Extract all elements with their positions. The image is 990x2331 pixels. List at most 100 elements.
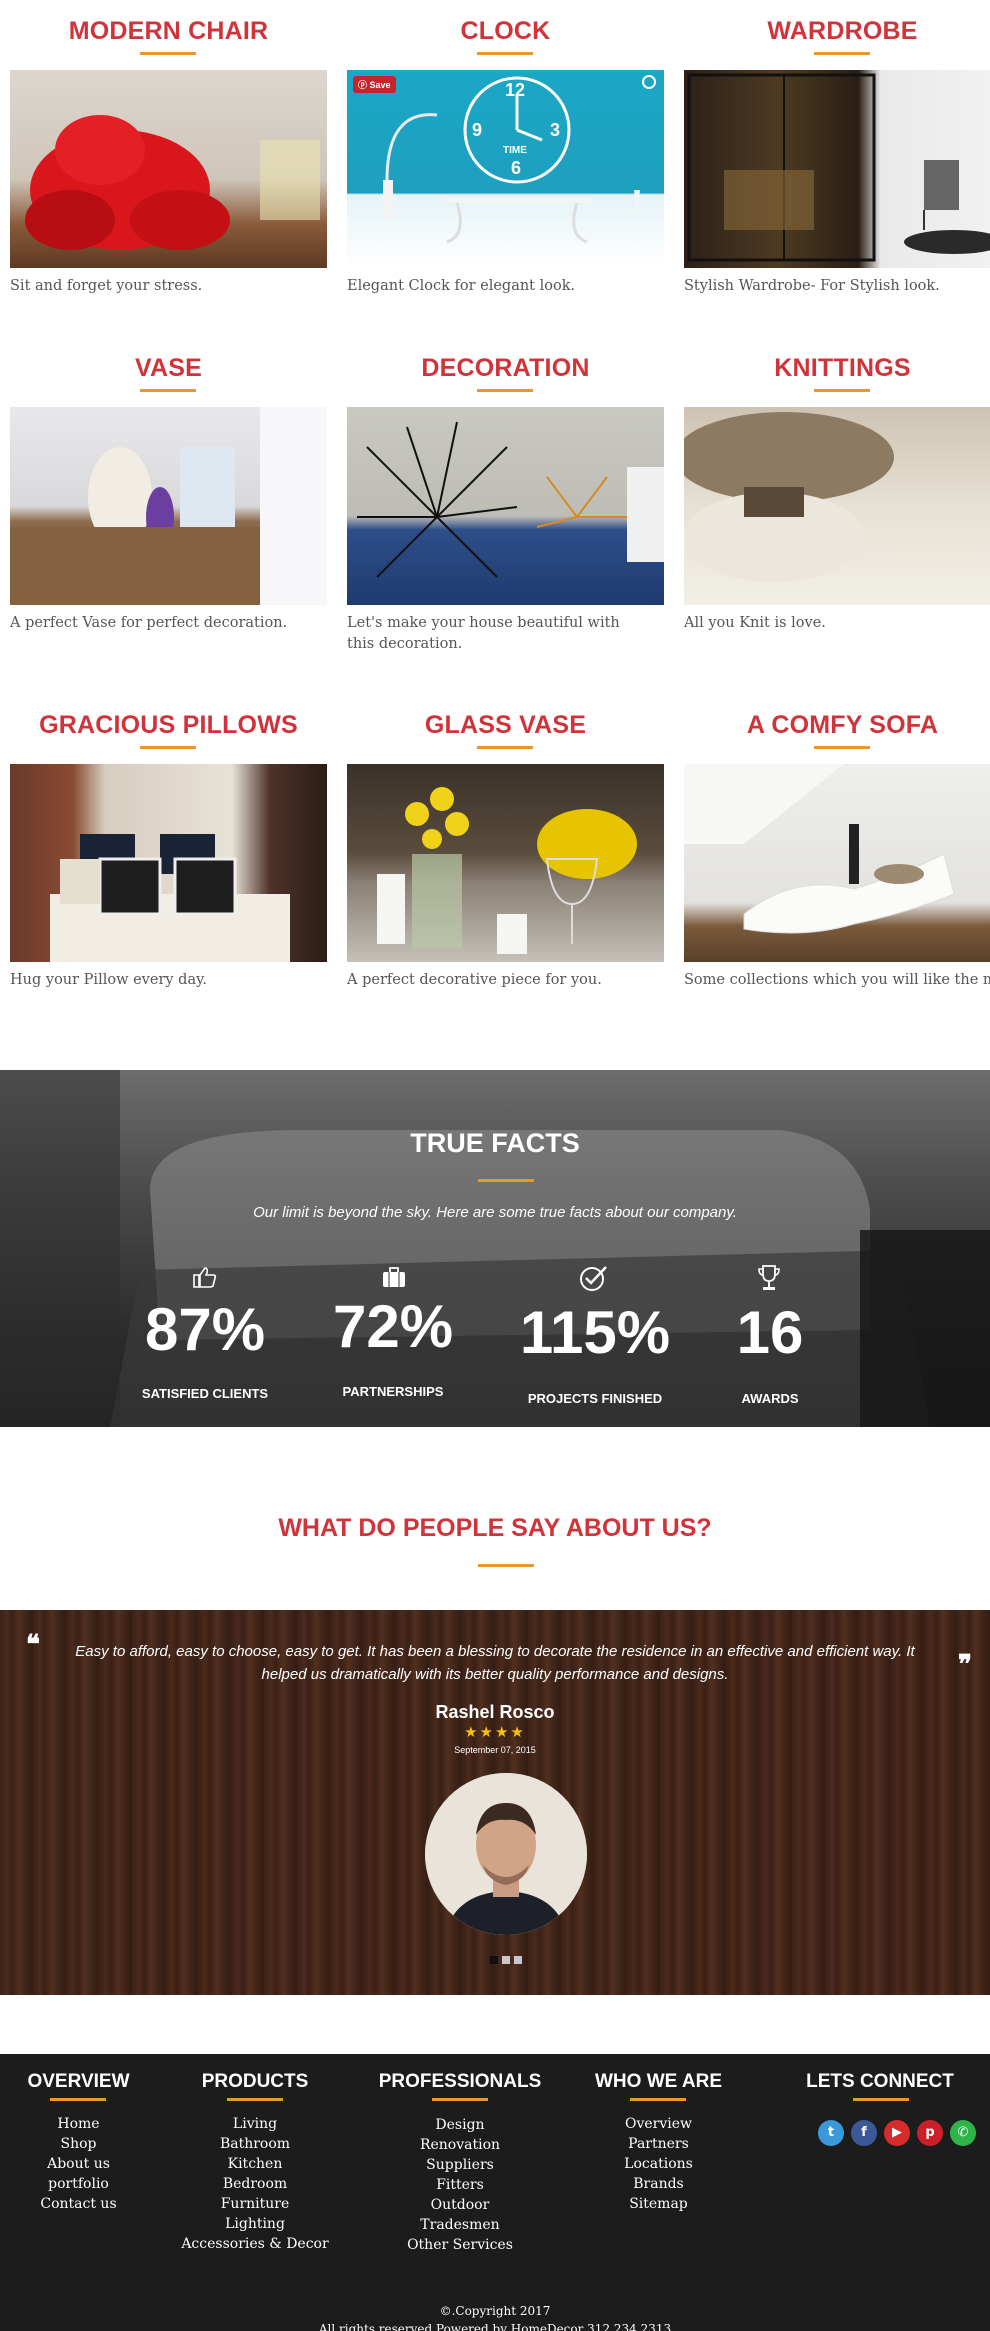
title-underline (140, 389, 196, 392)
carousel-dot-3[interactable] (514, 1956, 522, 1964)
title-underline (477, 746, 533, 749)
product-title-wardrobe: WARDROBE (767, 17, 918, 45)
footer-link[interactable]: Tradesmen (370, 2215, 550, 2235)
product-desc-wardrobe: Stylish Wardrobe- For Stylish look. (684, 278, 940, 294)
footer-link[interactable]: Bedroom (175, 2174, 335, 2194)
product-image-gracious-pillows[interactable] (10, 764, 327, 962)
fact-value-projects-finished: 115% (519, 1299, 671, 1366)
true-facts-section: TRUE FACTS Our limit is beyond the sky. … (0, 1070, 990, 1427)
product-image-wardrobe[interactable] (684, 70, 990, 268)
testimonial-quote: Easy to afford, easy to choose, easy to … (75, 1643, 915, 1683)
fact-label-projects-finished: PROJECTS FINISHED (527, 1391, 663, 1406)
footer-link[interactable]: Accessories & Decor (175, 2234, 335, 2254)
footer-title-products: PRODUCTS (201, 2071, 309, 2092)
product-title-gracious-pillows: GRACIOUS PILLOWS (39, 711, 298, 739)
title-underline (227, 2098, 283, 2101)
twitter-icon[interactable]: t (818, 2120, 844, 2146)
footer-link[interactable]: Renovation (370, 2135, 550, 2155)
facts-title: TRUE FACTS (410, 1128, 580, 1158)
footer-link[interactable]: Lighting (175, 2214, 335, 2234)
title-underline (814, 52, 870, 55)
footer-link[interactable]: Furniture (175, 2194, 335, 2214)
title-underline (853, 2098, 909, 2101)
testimonial-carousel: ❝ ❞ Easy to afford, easy to choose, easy… (0, 1610, 990, 1995)
product-desc-vase: A perfect Vase for perfect decoration. (10, 615, 288, 631)
fact-value-partnerships: 72% (332, 1293, 454, 1360)
title-underline (477, 389, 533, 392)
product-title-decoration: DECORATION (421, 354, 590, 382)
clock-numeral-3: 3 (550, 120, 561, 140)
title-underline (432, 2098, 488, 2101)
product-desc-modern-chair: Sit and forget your stress. (10, 278, 203, 294)
footer-link[interactable]: Bathroom (175, 2134, 335, 2154)
product-title-clock: CLOCK (460, 17, 551, 45)
footer-link[interactable]: Living (175, 2114, 335, 2134)
title-underline (140, 746, 196, 749)
rating-stars: ★★★★ (464, 1723, 526, 1741)
footer-link[interactable]: Design (370, 2115, 550, 2135)
title-underline (50, 2098, 106, 2101)
check-badge-icon (580, 1266, 607, 1291)
footer-link[interactable]: Overview (575, 2114, 742, 2134)
product-image-knittings[interactable] (684, 407, 990, 605)
footer-link[interactable]: Contact us (0, 2194, 157, 2214)
footer-link[interactable]: Home (0, 2114, 157, 2134)
product-desc-a-comfy-sofa: Some collections which you will like the… (684, 972, 990, 988)
footer-link[interactable]: Brands (575, 2174, 742, 2194)
product-image-glass-vase[interactable] (347, 764, 664, 962)
footer-link[interactable]: Outdoor (370, 2195, 550, 2215)
fact-label-awards: AWARDS (741, 1391, 799, 1406)
briefcase-icon (383, 1267, 405, 1287)
facts-subtitle: Our limit is beyond the sky. Here are so… (253, 1204, 737, 1221)
clock-word: TIME (503, 145, 527, 156)
youtube-icon[interactable]: ▶ (884, 2120, 910, 2146)
product-desc-knittings: All you Knit is love. (684, 615, 826, 631)
product-image-clock[interactable]: ⓟ Save 12 3 6 9 TIME (347, 70, 664, 268)
product-title-glass-vase: GLASS VASE (424, 711, 587, 739)
product-image-modern-chair[interactable] (10, 70, 327, 268)
product-title-a-comfy-sofa: A COMFY SOFA (746, 711, 939, 739)
testimonial-author: Rashel Rosco (435, 1702, 555, 1722)
carousel-dot-2[interactable] (502, 1956, 510, 1964)
product-image-a-comfy-sofa[interactable] (684, 764, 990, 962)
product-image-decoration[interactable] (347, 407, 664, 605)
title-underline (630, 2098, 686, 2101)
footer-title-lets-connect: LETS CONNECT (806, 2071, 954, 2092)
footer-link[interactable]: Kitchen (175, 2154, 335, 2174)
footer-link[interactable]: portfolio (0, 2174, 157, 2194)
footer-link[interactable]: Suppliers (370, 2155, 550, 2175)
footer-link[interactable]: About us (0, 2154, 157, 2174)
testimonial-date: September 07, 2015 (454, 1745, 536, 1755)
footer-title-professionals: PROFESSIONALS (378, 2071, 542, 2092)
footer-links-products: Living Bathroom Kitchen Bedroom Furnitur… (175, 2114, 335, 2254)
footer-link[interactable]: Locations (575, 2154, 742, 2174)
footer: OVERVIEW Home Shop About us portfolio Co… (0, 2054, 990, 2331)
footer-link[interactable]: Shop (0, 2134, 157, 2154)
product-image-vase[interactable] (10, 407, 327, 605)
whatsapp-icon[interactable]: ✆ (950, 2120, 976, 2146)
pinterest-icon[interactable]: p (917, 2120, 943, 2146)
thumbs-up-icon (193, 1267, 217, 1288)
title-underline (477, 52, 533, 55)
product-title-modern-chair: MODERN CHAIR (68, 17, 269, 45)
carousel-dot-1[interactable] (490, 1956, 498, 1964)
clock-numeral-12: 12 (505, 80, 526, 100)
clock-numeral-9: 9 (472, 120, 483, 140)
open-quote-icon: ❝ (26, 1630, 40, 1660)
fact-value-satisfied-clients: 87% (144, 1296, 266, 1363)
footer-title-who-we-are: WHO WE ARE (594, 2071, 722, 2092)
title-underline (814, 746, 870, 749)
title-underline (478, 1179, 534, 1182)
footer-link[interactable]: Sitemap (575, 2194, 742, 2214)
footer-link[interactable]: Other Services (370, 2235, 550, 2255)
testimonials-title: WHAT DO PEOPLE SAY ABOUT US? (278, 1514, 712, 1542)
title-underline (814, 389, 870, 392)
product-desc-glass-vase: A perfect decorative piece for you. (347, 972, 602, 988)
footer-title-overview: OVERVIEW (27, 2071, 130, 2092)
avatar (425, 1773, 587, 1935)
close-quote-icon: ❞ (958, 1650, 972, 1680)
title-underline (140, 52, 196, 55)
footer-link[interactable]: Fitters (370, 2175, 550, 2195)
facebook-icon[interactable]: f (851, 2120, 877, 2146)
footer-link[interactable]: Partners (575, 2134, 742, 2154)
